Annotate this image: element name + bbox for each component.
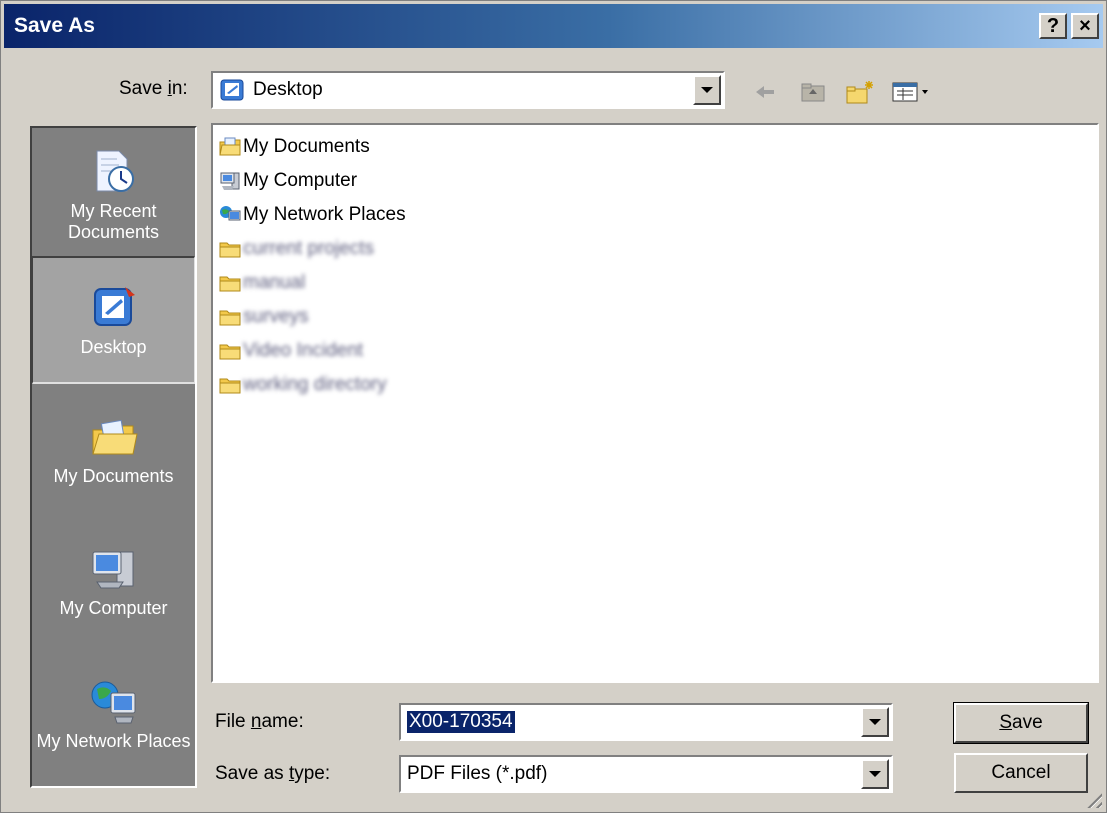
list-item[interactable]: My Computer [219,165,357,197]
list-item[interactable]: manual [219,267,305,299]
chevron-down-icon[interactable] [861,759,889,789]
title-bar[interactable]: Save As ? × [4,4,1103,48]
save-button[interactable]: Save [953,702,1089,744]
cancel-button[interactable]: Cancel [954,753,1088,793]
folder-icon [219,378,241,394]
folder-icon [219,344,241,360]
list-item[interactable]: My Network Places [219,199,406,231]
file-list[interactable]: My Documents My Computer My Network Plac… [211,123,1099,683]
help-button[interactable]: ? [1039,13,1067,39]
views-menu-icon[interactable] [889,75,933,109]
chevron-down-icon[interactable] [693,75,721,105]
list-item[interactable]: working directory [219,369,387,401]
network-places-icon [220,206,241,221]
folder-icon [219,242,241,258]
save-in-combo[interactable]: Desktop [211,71,725,109]
places-bar: My Recent Documents Desktop My Documents [30,126,197,788]
my-documents-icon [91,419,138,454]
place-desktop[interactable]: Desktop [32,256,195,384]
up-folder-icon[interactable] [797,75,829,109]
my-computer-icon [92,551,133,588]
folder-icon [219,276,241,292]
desktop-icon [220,79,244,101]
place-my-documents[interactable]: My Documents [32,390,195,508]
list-item[interactable]: My Documents [219,131,370,163]
network-places-icon [91,681,135,723]
file-name-value[interactable]: X00-170354 [407,711,515,733]
list-item[interactable]: Video Incident [219,335,363,367]
desktop-icon [93,286,135,326]
save-as-type-value: PDF Files (*.pdf) [407,763,548,784]
list-item[interactable]: surveys [219,301,308,333]
place-recent-documents[interactable]: My Recent Documents [32,134,195,256]
back-arrow-icon[interactable] [751,75,779,109]
place-my-computer[interactable]: My Computer [32,520,195,642]
file-name-field[interactable]: X00-170354 [399,703,893,741]
my-computer-icon [220,172,240,190]
save-in-value: Desktop [253,79,323,100]
list-item[interactable]: current projects [219,233,374,265]
chevron-down-icon[interactable] [861,707,889,737]
save-as-type-label: Save as type: [215,763,331,784]
place-my-network-places[interactable]: My Network Places [32,650,195,778]
close-button[interactable]: × [1071,13,1099,39]
file-name-label: File name: [215,711,304,732]
save-in-label: Save in: [119,78,188,99]
window-title: Save As [14,14,95,37]
my-documents-icon [219,137,241,156]
recent-documents-icon [96,150,134,192]
save-as-dialog: Save As ? × Save in: Desktop My Recent D… [0,0,1107,813]
new-folder-icon[interactable] [843,75,877,109]
folder-icon [219,310,241,326]
save-as-type-select[interactable]: PDF Files (*.pdf) [399,755,893,793]
